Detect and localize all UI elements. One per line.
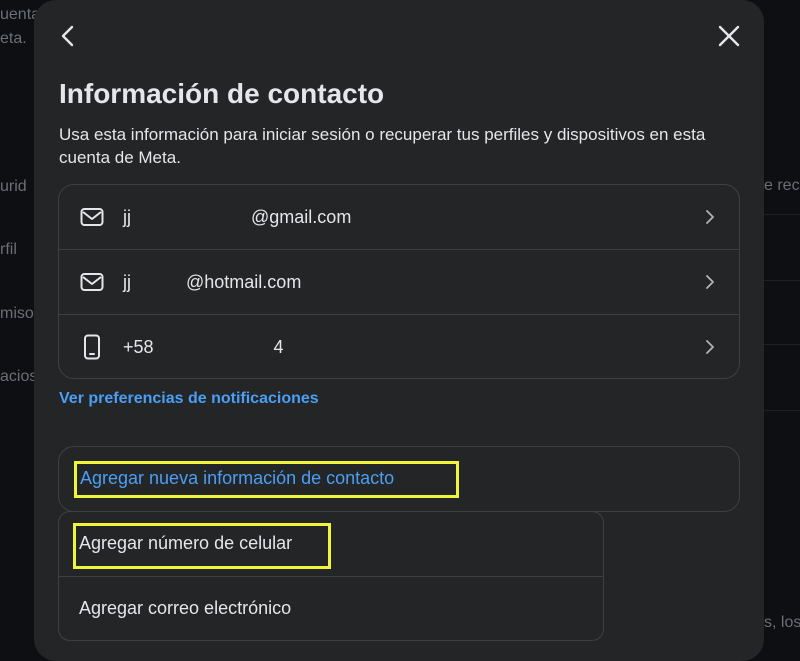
background-text: e rec — [764, 177, 800, 194]
contact-value: +58 4 — [123, 336, 284, 357]
menu-item-add-phone[interactable]: Agregar número de celular — [59, 512, 603, 576]
contact-list: jj @gmail.com jj @hotmail.com +58 4 — [58, 184, 740, 379]
close-button[interactable] — [715, 22, 743, 50]
page-description: Usa esta información para iniciar sesión… — [59, 125, 706, 167]
add-contact-menu: Agregar número de celular Agregar correo… — [58, 511, 604, 641]
contact-value: jj @gmail.com — [123, 206, 352, 227]
menu-item-label: Agregar número de celular — [79, 533, 293, 553]
background-text: urid — [0, 178, 27, 195]
chevron-right-icon — [706, 275, 714, 289]
page-title: Información de contacto — [59, 78, 385, 109]
contact-row-phone[interactable]: +58 4 — [59, 314, 739, 378]
mail-icon — [79, 204, 105, 230]
mail-icon — [79, 269, 105, 295]
background-text: rfil — [0, 241, 17, 258]
notification-preferences-link[interactable]: Ver preferencias de notificaciones — [59, 390, 319, 408]
contact-value: jj @hotmail.com — [123, 271, 302, 292]
add-contact-label: Agregar nueva información de contacto — [80, 468, 395, 488]
chevron-left-icon — [61, 25, 74, 47]
background-divider — [764, 214, 800, 215]
add-contact-button[interactable]: Agregar nueva información de contacto — [58, 446, 740, 512]
chevron-right-icon — [706, 210, 714, 224]
background-divider — [764, 344, 800, 345]
contact-row-email-1[interactable]: jj @gmail.com — [59, 185, 739, 249]
back-button[interactable] — [54, 22, 82, 50]
contact-row-email-2[interactable]: jj @hotmail.com — [59, 249, 739, 314]
menu-item-label: Agregar correo electrónico — [79, 598, 292, 618]
close-icon — [718, 25, 740, 47]
background-text: acios — [0, 368, 38, 385]
background-text: eta. — [0, 30, 27, 47]
chevron-right-icon — [706, 340, 714, 354]
background-text: s, los — [764, 614, 800, 631]
background-text: miso — [0, 305, 34, 322]
background-divider — [764, 410, 800, 411]
menu-item-add-email[interactable]: Agregar correo electrónico — [59, 576, 603, 640]
background-divider — [764, 280, 800, 281]
contact-info-dialog: Información de contacto Usa esta informa… — [34, 0, 764, 661]
phone-icon — [79, 334, 105, 360]
